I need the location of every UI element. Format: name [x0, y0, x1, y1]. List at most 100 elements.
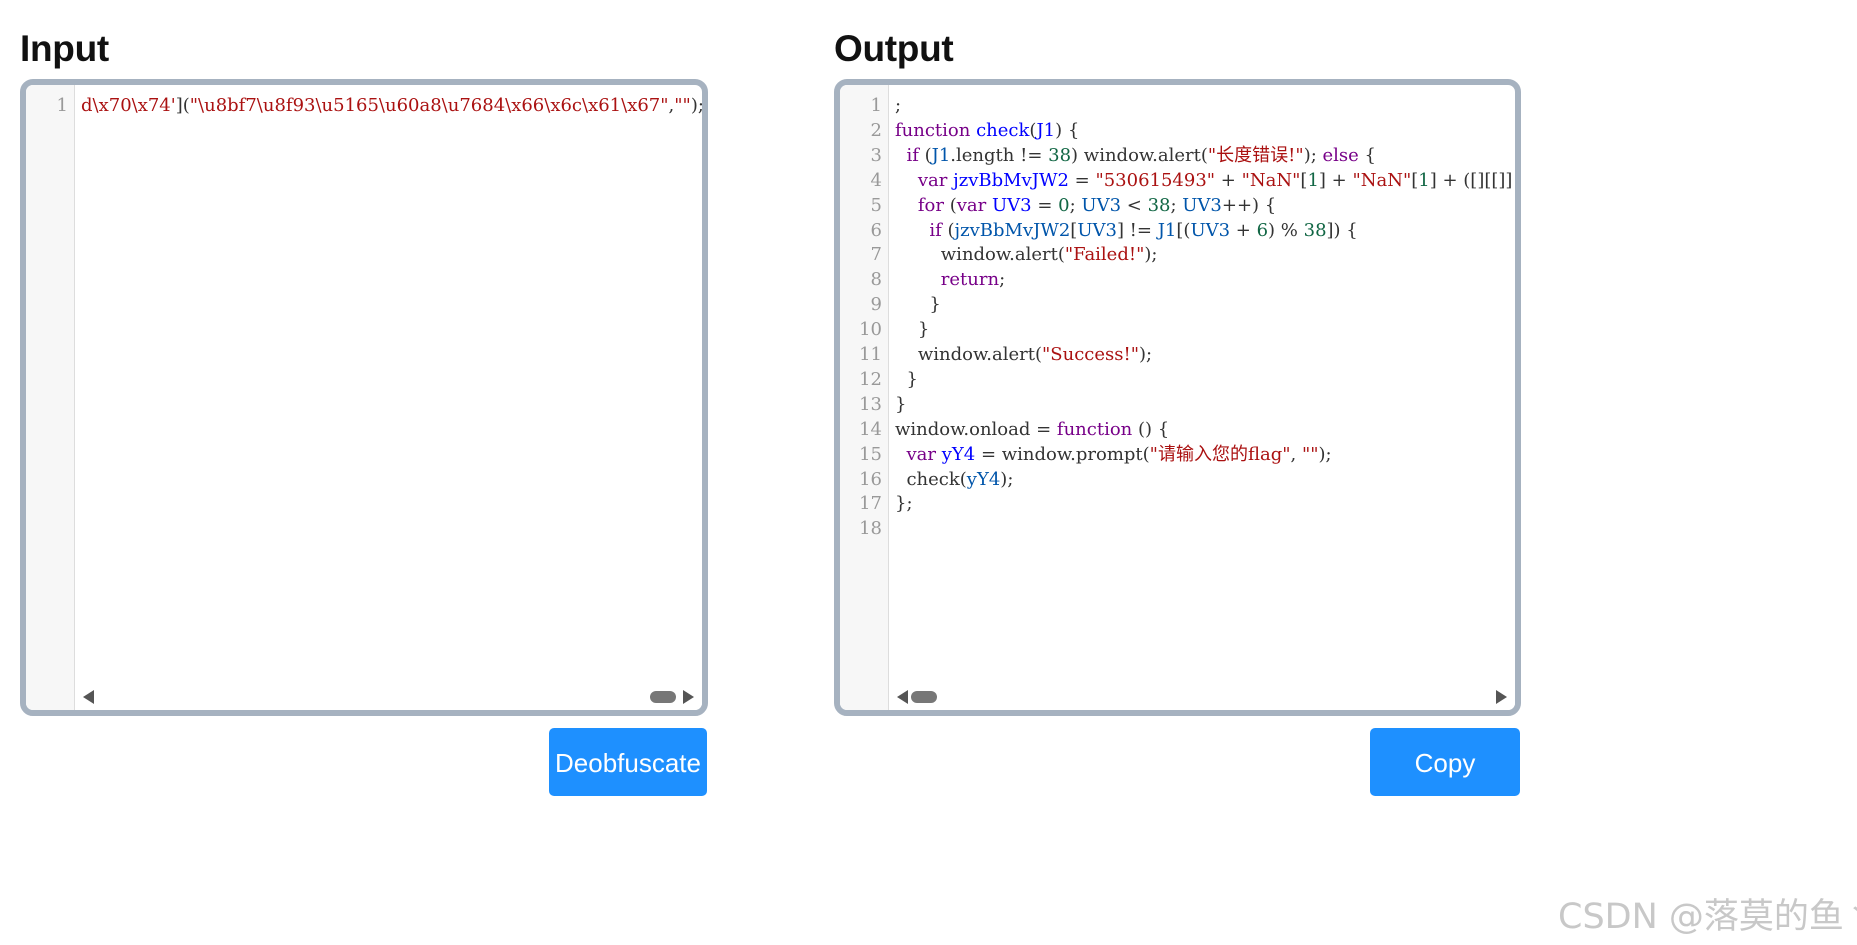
code-token: ; [1069, 194, 1082, 216]
code-token: check( [895, 468, 967, 490]
code-line: }; [895, 489, 913, 518]
code-token: d\x70\x74' [81, 95, 176, 116]
code-token: );check( [690, 95, 702, 116]
scroll-thumb[interactable] [911, 691, 937, 703]
code-token: ) { [1055, 119, 1080, 141]
output-title: Output [834, 28, 954, 69]
code-token: UV3 [1182, 194, 1222, 216]
input-code-area[interactable]: d\x70\x74']("\u8bf7\u8f93\u5165\u60a8\u7… [75, 85, 702, 682]
code-token: J1 [931, 144, 951, 166]
code-token: = window.prompt( [975, 443, 1150, 465]
code-token: 0 [1058, 194, 1070, 216]
code-token: ); [1144, 244, 1158, 266]
code-token: ]( [175, 95, 190, 116]
input-horizontal-scrollbar[interactable] [75, 682, 702, 710]
code-token: var [956, 194, 987, 216]
code-token: 6 [1256, 219, 1269, 241]
input-title: Input [20, 28, 109, 69]
code-token: ) window.alert( [1071, 144, 1208, 166]
code-token: [( [1176, 219, 1191, 241]
code-token: .length != [950, 144, 1049, 166]
code-token: ]) { [1326, 219, 1358, 241]
scroll-left-arrow-icon[interactable] [897, 690, 908, 704]
code-token: 38 [1303, 219, 1327, 241]
code-token: J1 [1036, 119, 1056, 141]
deobfuscate-button[interactable]: Deobfuscate [549, 728, 707, 796]
code-token: ] != [1116, 219, 1158, 241]
code-token: for [917, 194, 944, 216]
code-token: ] + ([][[]] + [])[ [1429, 169, 1513, 191]
code-token: "530615493" [1095, 169, 1216, 191]
code-token: = [1068, 169, 1096, 191]
output-horizontal-scrollbar[interactable] [889, 682, 1515, 710]
code-line: d\x70\x74']("\u8bf7\u8f93\u5165\u60a8\u7… [81, 91, 702, 120]
code-token: } [895, 393, 907, 415]
scroll-right-arrow-icon[interactable] [683, 690, 694, 704]
input-editor[interactable]: 1 d\x70\x74']("\u8bf7\u8f93\u5165\u60a8\… [20, 79, 708, 716]
code-token: "请输入您的flag" [1149, 443, 1291, 465]
code-token: }; [895, 493, 913, 515]
code-token: ); [1318, 443, 1332, 465]
code-token: if [929, 219, 942, 241]
code-token: jzvBbMvJW2 [954, 219, 1071, 241]
code-token: if [906, 144, 919, 166]
output-editor[interactable]: 1 2 3 4 5 6 7 8 9 10 11 12 13 14 15 16 17 18 ; function ch… [834, 79, 1521, 716]
line-number: 1 [56, 95, 68, 116]
code-token: ); [1139, 344, 1153, 365]
code-token: ( [941, 219, 955, 241]
code-token: 1 [1307, 169, 1319, 191]
code-token: function [895, 119, 971, 141]
code-token: yY4 [941, 443, 976, 465]
code-token: "" [1301, 443, 1319, 465]
code-token: check [976, 119, 1030, 141]
code-token: ( [918, 144, 932, 166]
code-token: () { [1132, 418, 1170, 440]
watermark: CSDN @落莫的鱼丶 [1558, 897, 1857, 937]
output-code-area[interactable]: ; function check(J1) { if (J1.length != 3… [889, 85, 1515, 682]
code-token: "长度错误!" [1207, 144, 1304, 166]
code-token: "Failed!" [1064, 244, 1145, 266]
scroll-left-arrow-icon[interactable] [83, 690, 94, 704]
code-token: = [1031, 194, 1059, 216]
code-token: "\u8bf7\u8f93\u5165\u60a8\u7684\x66\x6c\… [189, 95, 669, 116]
code-token: "" [674, 95, 691, 116]
code-token: } [895, 294, 941, 316]
code-token: UV3 [992, 194, 1032, 216]
scroll-thumb[interactable] [650, 691, 676, 703]
code-token: ) % [1268, 219, 1304, 241]
scroll-right-arrow-icon[interactable] [1496, 690, 1507, 704]
code-token: return [940, 269, 1000, 291]
code-token: + [1230, 219, 1257, 241]
code-token: J1 [1157, 219, 1177, 241]
code-token: { [1358, 144, 1377, 166]
code-token: UV3 [1077, 219, 1117, 241]
code-token: ); [1303, 144, 1323, 166]
code-token: ; [895, 95, 902, 116]
code-token: ( [944, 194, 957, 216]
code-token: ; [999, 269, 1006, 291]
code-line: window.alert("Success!"); [895, 340, 1152, 369]
copy-result-button[interactable]: Copy Result [1370, 728, 1520, 846]
code-token: } [895, 319, 930, 341]
code-token: "NaN" [1352, 169, 1412, 191]
code-token: function [1056, 418, 1133, 440]
code-token: , [1290, 443, 1302, 465]
code-token: yY4 [966, 468, 1001, 490]
code-token: var [917, 169, 948, 191]
code-token: } [895, 368, 918, 390]
code-token: ++) { [1221, 194, 1277, 216]
line-number: 18 [859, 518, 882, 540]
code-line: check(yY4); [895, 465, 1013, 494]
code-token: window.alert( [895, 344, 1042, 365]
code-token: 38 [1147, 194, 1171, 216]
code-token: "NaN" [1241, 169, 1301, 191]
code-token: + [1215, 169, 1242, 191]
code-token: jzvBbMvJW2 [953, 169, 1069, 191]
code-token: "Success!" [1042, 344, 1140, 365]
